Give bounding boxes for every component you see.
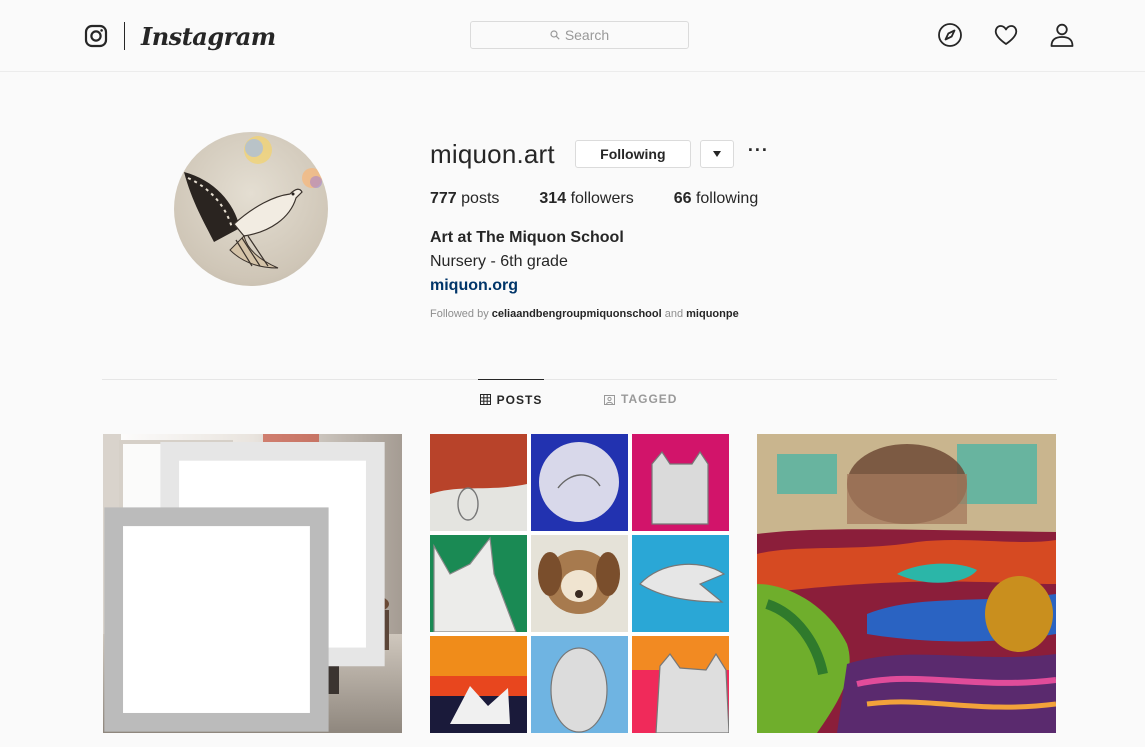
profile-stats: 777 posts 314 followers 66 following [430, 190, 798, 208]
profile-info: miquon.art Following ··· 777 posts 314 f… [430, 138, 798, 321]
following-button[interactable]: Following [574, 140, 691, 168]
following-count[interactable]: 66 following [674, 190, 759, 208]
post-thumbnail[interactable] [430, 434, 729, 733]
suggested-dropdown-button[interactable] [699, 140, 734, 168]
avatar[interactable] [174, 132, 328, 286]
top-navigation-bar: Instagram Search [0, 0, 1145, 72]
activity-heart-icon[interactable] [993, 22, 1019, 48]
posts-count-number: 777 [430, 190, 457, 207]
more-options-button[interactable]: ··· [748, 141, 769, 163]
search-input[interactable]: Search [470, 21, 689, 49]
profile-actions-row: miquon.art Following ··· [430, 138, 798, 170]
tab-posts[interactable]: POSTS [478, 379, 544, 419]
profile-full-name: Art at The Miquon School [430, 229, 624, 246]
posts-count: 777 posts [430, 190, 499, 208]
search-icon [550, 30, 560, 40]
followed-by-user-link[interactable]: celiaandbengroupmiquonschool [492, 308, 662, 320]
tab-posts-label: POSTS [496, 392, 543, 407]
post-image-woven-tapestry [757, 434, 1056, 733]
following-count-label: following [695, 190, 759, 207]
posts-grid [103, 434, 1056, 733]
tagged-icon [604, 394, 615, 405]
followed-by-prefix: Followed by [430, 308, 489, 320]
search-placeholder: Search [564, 27, 610, 43]
nav-icons [937, 22, 1075, 48]
grid-icon [479, 394, 491, 405]
followers-count[interactable]: 314 followers [539, 190, 633, 208]
logo-separator [124, 22, 125, 50]
post-thumbnail[interactable] [103, 434, 402, 733]
caret-down-icon [712, 151, 721, 157]
profile-username: miquon.art [430, 138, 555, 169]
followers-count-label: followers [570, 190, 634, 207]
avatar-bird-drawing [184, 136, 322, 269]
following-count-number: 66 [673, 190, 692, 207]
instagram-glyph-icon [84, 24, 108, 48]
followed-by-text: Followed by celiaandbengroupmiquonschool… [430, 308, 798, 320]
followers-count-number: 314 [539, 190, 567, 207]
instagram-wordmark: Instagram [141, 21, 276, 51]
posts-count-label: posts [461, 190, 500, 207]
instagram-logo[interactable]: Instagram [84, 18, 276, 54]
profile-tabs: POSTS TAGGED [102, 379, 1057, 419]
explore-compass-icon[interactable] [937, 22, 963, 48]
profile-bio: Nursery - 6th grade [430, 253, 568, 270]
multiple-photos-icon [104, 442, 385, 732]
followed-by-and: and [664, 308, 684, 320]
tab-tagged[interactable]: TAGGED [604, 379, 677, 419]
followed-by-user-link[interactable]: miquonpe [686, 308, 739, 320]
post-thumbnail[interactable] [757, 434, 1056, 733]
profile-website-link[interactable]: miquon.org [430, 277, 798, 295]
profile-person-icon[interactable] [1049, 22, 1075, 48]
tab-tagged-label: TAGGED [621, 392, 678, 406]
post-image-animal-drawings-collage [430, 434, 729, 733]
